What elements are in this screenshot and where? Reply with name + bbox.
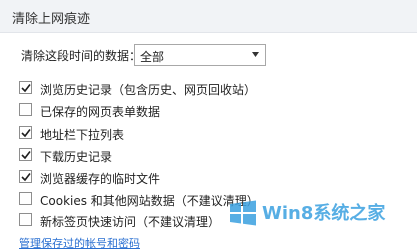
cache-files-checkbox[interactable] [19, 170, 32, 183]
download-history-checkbox[interactable] [19, 148, 32, 161]
checkmark-icon [21, 84, 31, 93]
browsing-history-checkbox[interactable] [19, 81, 32, 94]
new-tab-quick-access-checkbox[interactable] [19, 213, 32, 226]
cookies-checkbox[interactable] [19, 192, 32, 205]
dialog-title-bar: 清除上网痕迹 [0, 0, 417, 33]
cache-files-label: 浏览器缓存的临时文件 [40, 172, 161, 186]
address-bar-list-checkbox[interactable] [19, 126, 32, 139]
checkmark-icon [21, 129, 31, 138]
checkmark-icon [21, 173, 31, 182]
dialog-title: 清除上网痕迹 [12, 12, 91, 27]
watermark: Win8系统之家 [222, 196, 394, 230]
new-tab-quick-access-label: 新标签页快速访问（不建议清理） [40, 215, 221, 229]
address-bar-list-label: 地址栏下拉列表 [40, 128, 125, 142]
browsing-history-label: 浏览历史记录（包含历史、网页回收站） [40, 83, 257, 97]
watermark-text: Win8系统之家 [262, 203, 386, 224]
form-data-label: 已保存的网页表单数据 [40, 105, 161, 119]
form-data-checkbox[interactable] [19, 103, 32, 116]
windows-logo-icon [230, 200, 256, 226]
manage-passwords-link[interactable]: 管理保存过的帐号和密码 [19, 235, 140, 251]
dropdown-arrow-icon [252, 52, 259, 57]
checkmark-icon [21, 151, 31, 160]
time-range-select[interactable]: 全部 [134, 44, 266, 66]
download-history-label: 下载历史记录 [40, 150, 113, 164]
time-range-value: 全部 [140, 50, 165, 64]
time-range-label: 清除这段时间的数据： [21, 49, 142, 63]
